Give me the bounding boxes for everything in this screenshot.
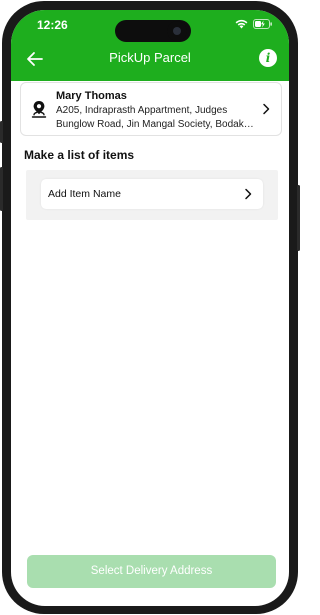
pickup-address-card[interactable]: Mary Thomas A205, Indraprasth Appartment… — [20, 82, 282, 136]
address-line-2: Bunglow Road, Jin Mangal Society, Bodakd… — [56, 119, 256, 130]
side-button-mute — [0, 121, 3, 143]
address-line-1: A205, Indraprasth Appartment, Judges — [56, 105, 228, 116]
phone-frame: 12:26 PickUp Parcel i Mary Thomas A205, … — [0, 1, 300, 614]
app-header: 12:26 PickUp Parcel i — [11, 10, 289, 81]
side-button-volume — [0, 167, 3, 211]
chevron-right-icon — [263, 103, 270, 115]
wifi-icon — [235, 19, 248, 29]
page-title: PickUp Parcel — [109, 50, 191, 65]
add-item-label: Add Item Name — [48, 188, 121, 200]
contact-name: Mary Thomas — [56, 90, 127, 102]
screen: 12:26 PickUp Parcel i Mary Thomas A205, … — [11, 10, 289, 606]
info-icon[interactable]: i — [259, 49, 277, 67]
status-time: 12:26 — [37, 18, 68, 32]
battery-icon — [253, 19, 272, 29]
location-pin-icon — [31, 101, 47, 118]
select-delivery-address-button[interactable]: Select Delivery Address — [27, 555, 276, 588]
title-row: PickUp Parcel i — [11, 46, 289, 72]
side-button-power — [297, 185, 300, 251]
items-section-title: Make a list of items — [24, 148, 135, 162]
items-panel: Add Item Name — [26, 170, 278, 220]
add-item-row[interactable]: Add Item Name — [41, 179, 263, 209]
front-camera — [167, 21, 187, 41]
chevron-right-icon — [245, 188, 252, 200]
status-icons — [235, 19, 273, 29]
